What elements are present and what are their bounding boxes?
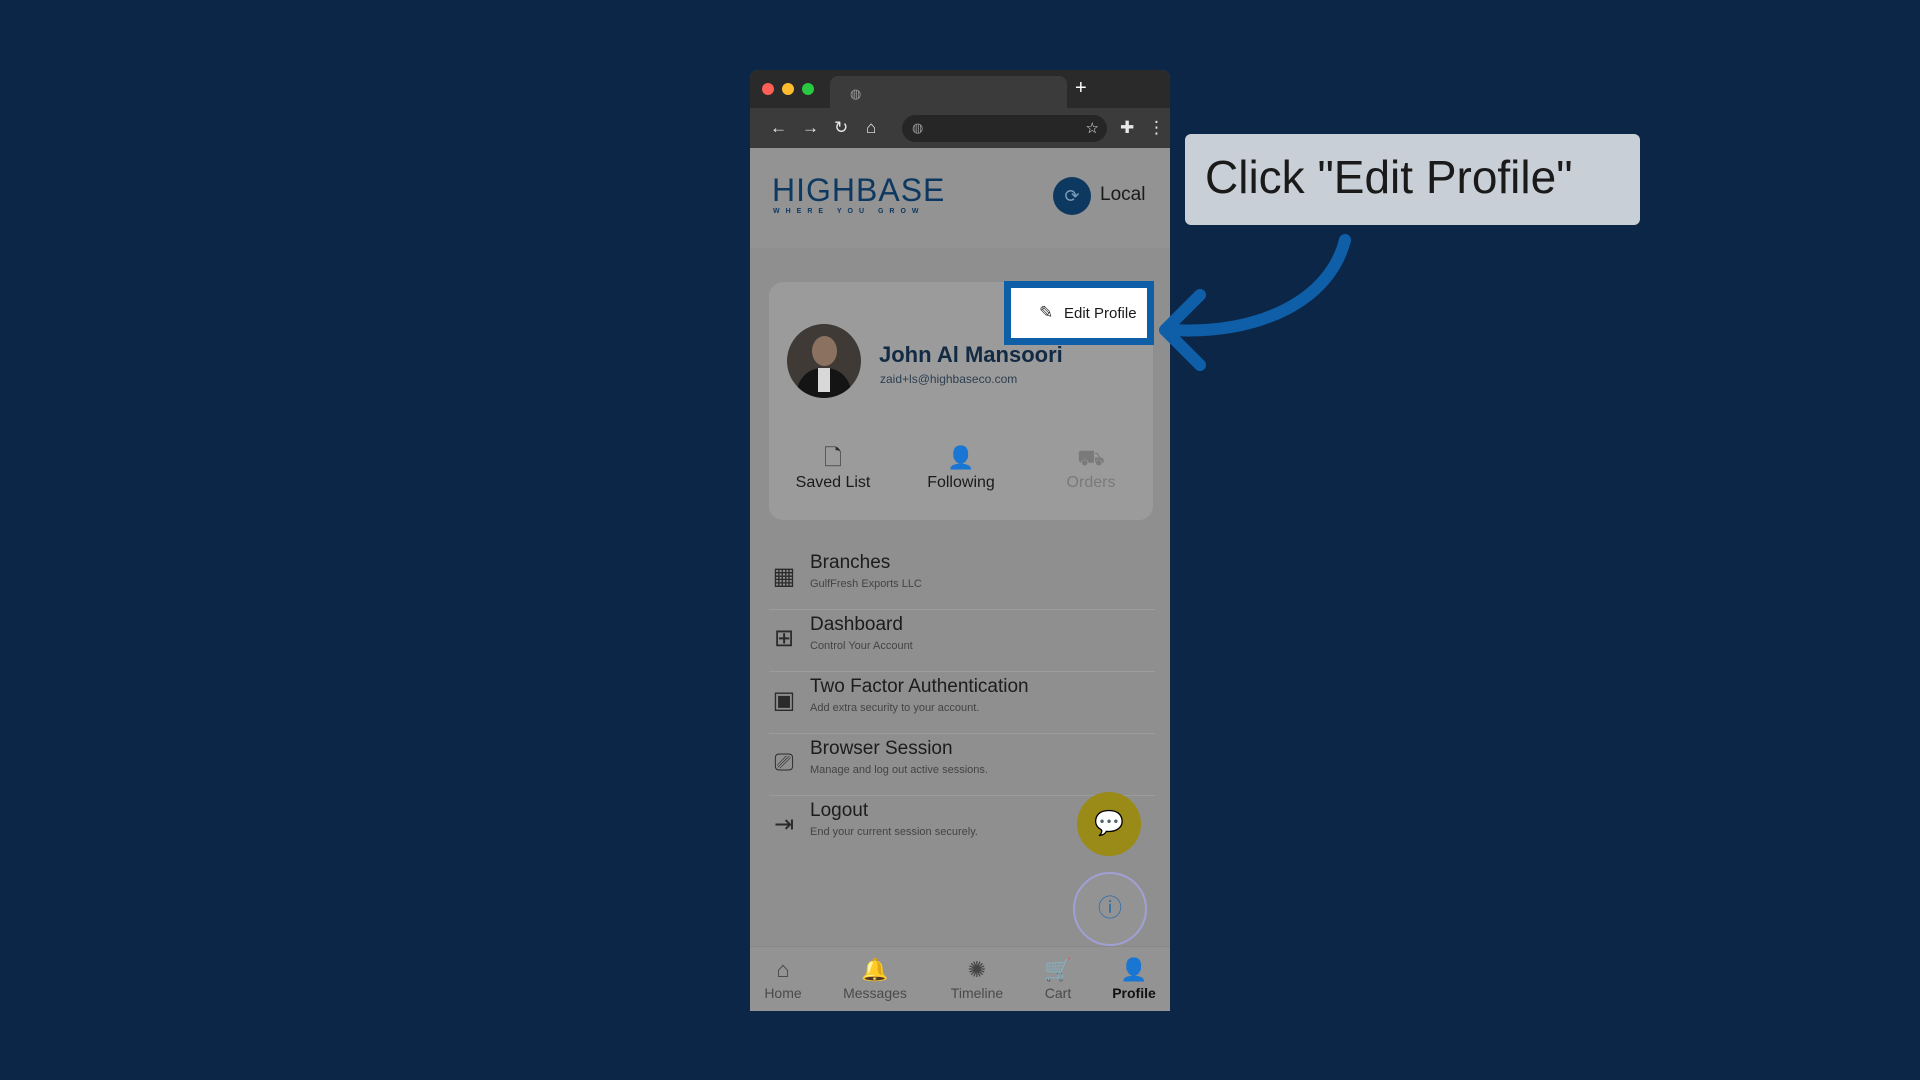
pointer-arrow-icon <box>1159 234 1351 371</box>
